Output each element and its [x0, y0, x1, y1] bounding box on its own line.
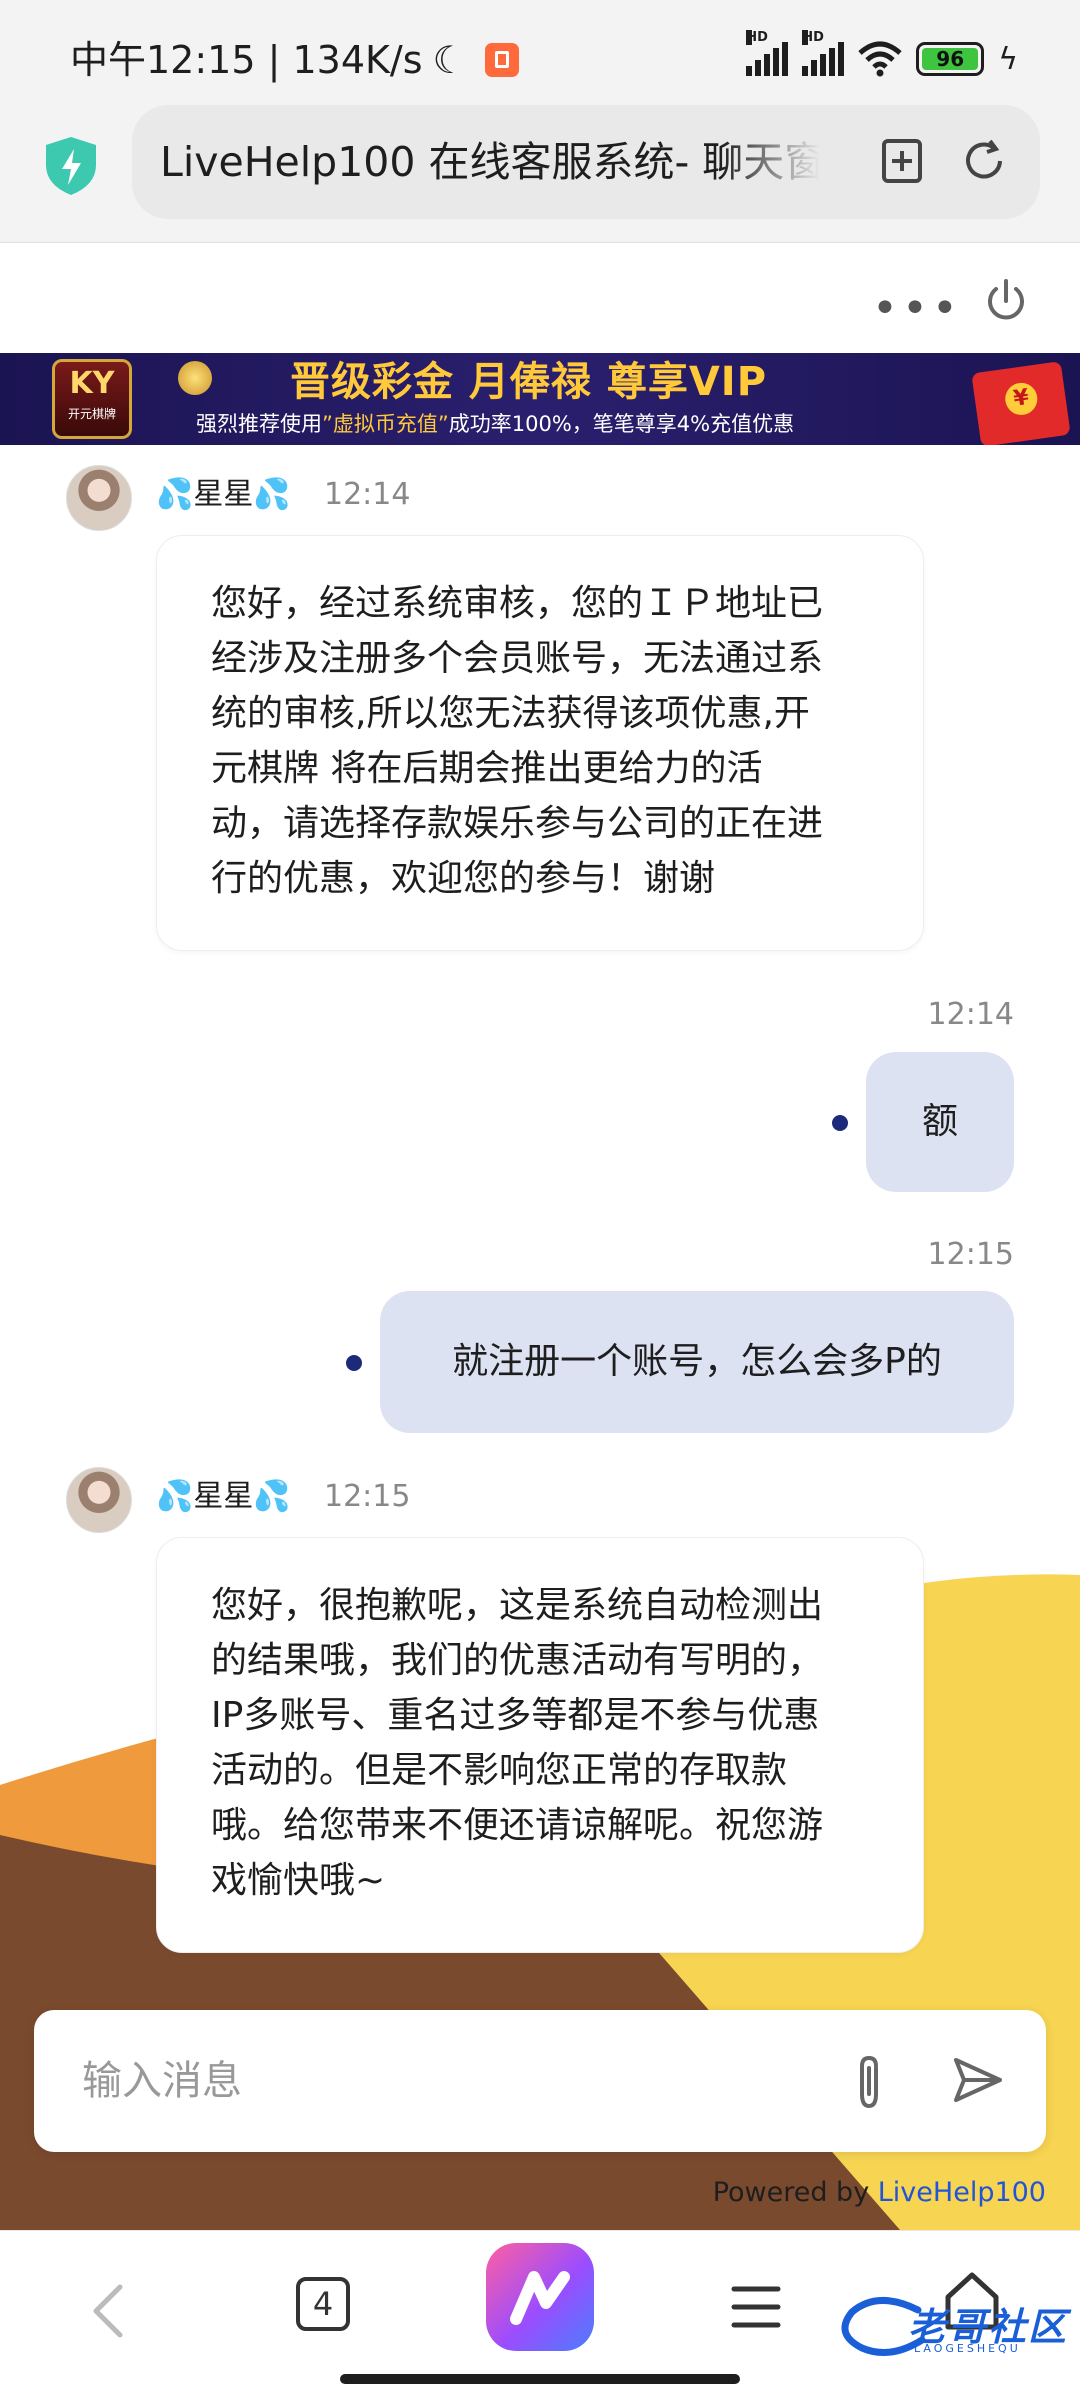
refresh-icon[interactable]: [960, 137, 1008, 185]
attachment-icon[interactable]: [842, 2054, 896, 2112]
status-time-speed: 中午12:15 | 134K/s: [70, 38, 423, 82]
watermark: 老哥社区 LAOGESHEQU: [838, 2290, 1070, 2366]
coin-icon: [178, 361, 212, 395]
banner-sub-suffix: 成功率100%，笔笔尊享4%充值优惠: [448, 412, 795, 436]
banner-title: 晋级彩金 月俸禄 尊享VIP: [290, 359, 768, 405]
more-options-icon[interactable]: •••: [872, 283, 962, 334]
status-left: 中午12:15 | 134K/s ☾: [70, 30, 519, 90]
user-message-bubble: 就注册一个账号，怎么会多P的: [380, 1291, 1014, 1433]
notification-app-icon: [484, 43, 519, 77]
message-composer[interactable]: 输入消息: [34, 2010, 1046, 2152]
powered-by-label: Powered by: [712, 2177, 878, 2208]
home-indicator[interactable]: [340, 2374, 740, 2384]
agent-name-emoji: 💦: [156, 1479, 194, 1514]
message-time: 12:15: [927, 1237, 1014, 1272]
status-bar: 中午12:15 | 134K/s ☾ HD HD 96 ϟ: [0, 0, 1080, 105]
send-icon[interactable]: [950, 2052, 1006, 2108]
agent-name-emoji: 💦: [253, 477, 291, 512]
message-line: 活动的。但是不影响您正常的存取款: [211, 1750, 788, 1791]
message-line: 您好，很抱歉呢，这是系统自动检测出: [211, 1585, 824, 1626]
agent-name: 💦星星💦: [156, 475, 291, 515]
agent-message-bubble: 您好，很抱歉呢，这是系统自动检测出 的结果哦，我们的优惠活动有写明的， IP多账…: [156, 1537, 924, 1953]
message-line: IP多账号、重名过多等都是不参与优惠: [211, 1695, 820, 1736]
browser-toolbar: LiveHelp100 在线客服系统- 聊天窗口: [0, 105, 1080, 243]
tabs-button[interactable]: 4: [296, 2277, 350, 2331]
add-bookmark-icon[interactable]: [878, 137, 926, 185]
promo-banner[interactable]: KY 开元棋牌 晋级彩金 月俸禄 尊享VIP 强烈推荐使用”虚拟币充值”成功率1…: [0, 353, 1080, 445]
user-message-bubble: 额: [866, 1052, 1014, 1192]
status-right: HD HD 96 ϟ: [746, 30, 1018, 84]
message-line: 哦。给您带来不便还请谅解呢。祝您游: [211, 1805, 824, 1846]
browser-logo-icon: [510, 2271, 570, 2325]
message-line: 元棋牌 将在后期会推出更给力的活: [211, 748, 763, 789]
page-title[interactable]: LiveHelp100 在线客服系统- 聊天窗口: [160, 105, 820, 219]
agent-avatar: [66, 1467, 132, 1533]
signal-icon-2: HD: [802, 30, 845, 76]
wifi-icon: [858, 41, 902, 77]
message-time: 12:14: [324, 477, 411, 512]
message-time: 12:14: [927, 997, 1014, 1032]
sent-status-icon: [346, 1355, 362, 1371]
sent-status-icon: [832, 1115, 848, 1131]
powered-by: Powered by LiveHelp100: [713, 2175, 1046, 2211]
signal-icon: HD: [746, 30, 789, 76]
browser-app-icon[interactable]: [486, 2243, 594, 2351]
message-line: 您好，经过系统审核，您的ＩＰ地址已: [211, 583, 824, 624]
message-line: 戏愉快哦~: [211, 1860, 386, 1901]
agent-name-emoji: 💦: [253, 1479, 291, 1514]
power-icon[interactable]: [982, 277, 1030, 325]
message-line: 的结果哦，我们的优惠活动有写明的，: [211, 1640, 824, 1681]
message-line: 行的优惠，欢迎您的参与！谢谢: [211, 858, 716, 899]
message-input[interactable]: 输入消息: [82, 2010, 842, 2152]
battery-icon: 96: [916, 42, 985, 76]
red-envelope-icon: [971, 361, 1071, 445]
banner-logo: KY 开元棋牌: [52, 359, 132, 439]
message-time: 12:15: [324, 1479, 411, 1514]
agent-name: 💦星星💦: [156, 1477, 291, 1517]
message-line: 动，请选择存款娱乐参与公司的正在进: [211, 803, 824, 844]
address-bar[interactable]: LiveHelp100 在线客服系统- 聊天窗口: [132, 105, 1040, 219]
banner-sub-highlight: ”虚拟币充值”: [322, 412, 449, 436]
battery-level: 96: [922, 48, 979, 70]
agent-name-text: 星星: [193, 477, 254, 512]
menu-icon[interactable]: [730, 2283, 782, 2331]
chat-header: •••: [0, 243, 1080, 353]
banner-logo-text: KY: [69, 366, 115, 401]
agent-avatar: [66, 465, 132, 531]
agent-message-bubble: 您好，经过系统审核，您的ＩＰ地址已 经涉及注册多个会员账号，无法通过系 统的审核…: [156, 535, 924, 951]
message-line: 统的审核,所以您无法获得该项优惠,开: [211, 693, 810, 734]
banner-sub-prefix: 强烈推荐使用: [196, 412, 322, 436]
security-shield-icon[interactable]: [44, 135, 98, 197]
message-line: 经涉及注册多个会员账号，无法通过系: [211, 638, 824, 679]
watermark-subtext: LAOGESHEQU: [914, 2342, 1021, 2355]
agent-name-text: 星星: [193, 1479, 254, 1514]
back-icon[interactable]: [86, 2281, 130, 2341]
chat-area[interactable]: 💦星星💦 12:14 您好，经过系统审核，您的ＩＰ地址已 经涉及注册多个会员账号…: [0, 445, 1080, 2230]
charging-icon: ϟ: [998, 41, 1018, 77]
powered-by-link[interactable]: LiveHelp100: [878, 2177, 1046, 2208]
moon-icon: ☾: [432, 38, 467, 82]
banner-subtitle: 强烈推荐使用”虚拟币充值”成功率100%，笔笔尊享4%充值优惠: [196, 409, 794, 439]
agent-name-emoji: 💦: [156, 477, 194, 512]
banner-logo-sub: 开元棋牌: [67, 407, 116, 421]
